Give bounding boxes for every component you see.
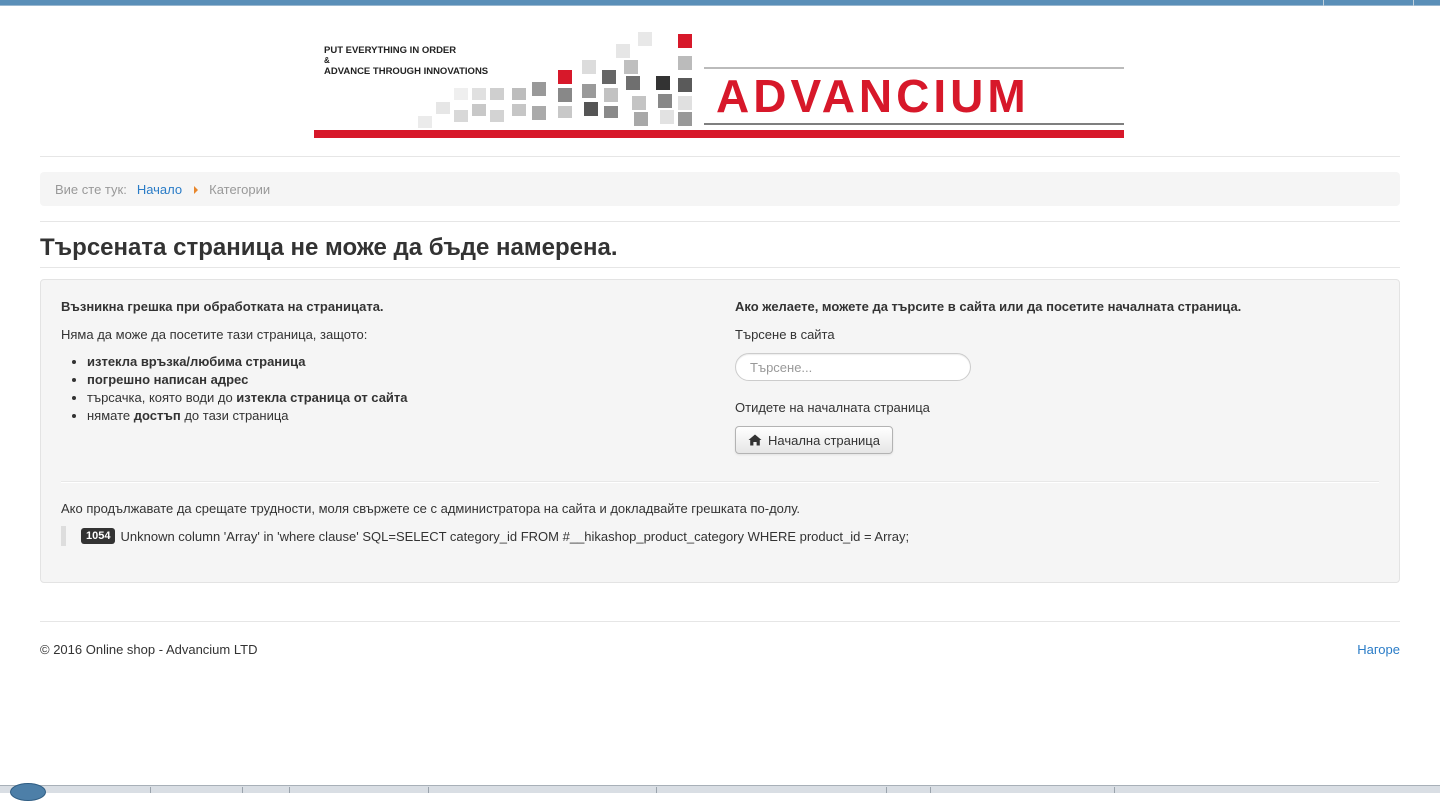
site-logo[interactable]: PUT EVERYTHING IN ORDER & ADVANCE THROUG… [312, 30, 1126, 142]
search-heading: Ако желаете, можете да търсите в сайта и… [735, 299, 1242, 314]
footer-copyright: © 2016 Online shop - Advancium LTD [40, 642, 258, 657]
taskbar-slot[interactable] [150, 787, 151, 793]
reason-item: погрешно написан адрес [87, 371, 701, 389]
reason-text: до тази страница [180, 408, 289, 423]
reason-item: търсачка, която води до изтекла страница… [87, 389, 701, 407]
reason-text: погрешно написан адрес [87, 372, 249, 387]
back-to-top-link[interactable]: Нагоре [1357, 642, 1400, 658]
home-label: Отидете на началната страница [735, 400, 930, 415]
header-divider [40, 156, 1400, 157]
reasons-list: изтекла връзка/любима страница погрешно н… [61, 353, 701, 425]
breadcrumb-item-home[interactable]: Начало [137, 182, 182, 197]
reason-text: достъп [133, 408, 181, 423]
home-page-button[interactable]: Начална страница [735, 426, 893, 454]
home-icon [748, 434, 762, 446]
error-panel: Възникна грешка при обработката на стран… [40, 279, 1400, 583]
advancium-logo-graphic: PUT EVERYTHING IN ORDER & ADVANCE THROUG… [314, 32, 1124, 138]
title-divider [40, 267, 1400, 268]
breadcrumb-item-categories: Категории [209, 181, 271, 197]
breadcrumb-divider [40, 221, 1400, 222]
reason-text: изтекла страница от сайта [236, 390, 408, 405]
reason-text: нямате [87, 408, 134, 423]
search-section: Ако желаете, можете да търсите в сайта и… [735, 299, 1375, 454]
window-edge-mark [1413, 0, 1414, 6]
help-text: Ако продължавате да срещате трудности, м… [61, 501, 801, 516]
caret-right-icon [194, 186, 199, 194]
error-message-block: 1054 Unknown column 'Array' in 'where cl… [61, 526, 909, 546]
search-input[interactable] [735, 353, 971, 381]
panel-separator [61, 481, 1379, 483]
home-button-label: Начална страница [768, 432, 880, 448]
taskbar-slot[interactable] [656, 787, 657, 793]
taskbar-slot[interactable] [1114, 787, 1115, 793]
window-edge-mark [1323, 0, 1324, 6]
taskbar-slot[interactable] [886, 787, 887, 793]
taskbar-slot[interactable] [428, 787, 429, 793]
error-message: Unknown column 'Array' in 'where clause'… [120, 528, 910, 544]
logo-brand-text: ADVANCIUM [716, 70, 1030, 122]
reason-item: нямате достъп до тази страница [87, 407, 701, 425]
footer-divider [40, 621, 1400, 622]
logo-tagline-line3: ADVANCE THROUGH INNOVATIONS [324, 66, 488, 77]
error-heading: Възникна грешка при обработката на стран… [61, 299, 384, 314]
page-title: Търсената страница не може да бъде намер… [40, 234, 618, 261]
reason-item: изтекла връзка/любима страница [87, 353, 701, 371]
breadcrumb: Вие сте тук: Начало Категории [40, 172, 1400, 206]
taskbar-slot[interactable] [242, 787, 290, 793]
logo-tagline-ampersand: & [324, 56, 330, 65]
start-button[interactable] [10, 783, 46, 801]
error-explanation: Възникна грешка при обработката на стран… [61, 300, 701, 425]
reason-text: изтекла връзка/любима страница [87, 354, 306, 369]
reason-text: търсачка, която води до [87, 390, 237, 405]
search-label: Търсене в сайта [735, 327, 835, 342]
error-code-badge: 1054 [81, 528, 116, 544]
breadcrumb-prefix: Вие сте тук: [55, 181, 127, 197]
logo-tagline-line1: PUT EVERYTHING IN ORDER [324, 45, 456, 56]
taskbar-slot[interactable] [930, 787, 931, 793]
error-intro: Няма да може да посетите тази страница, … [61, 327, 368, 342]
browser-top-edge [0, 0, 1440, 6]
